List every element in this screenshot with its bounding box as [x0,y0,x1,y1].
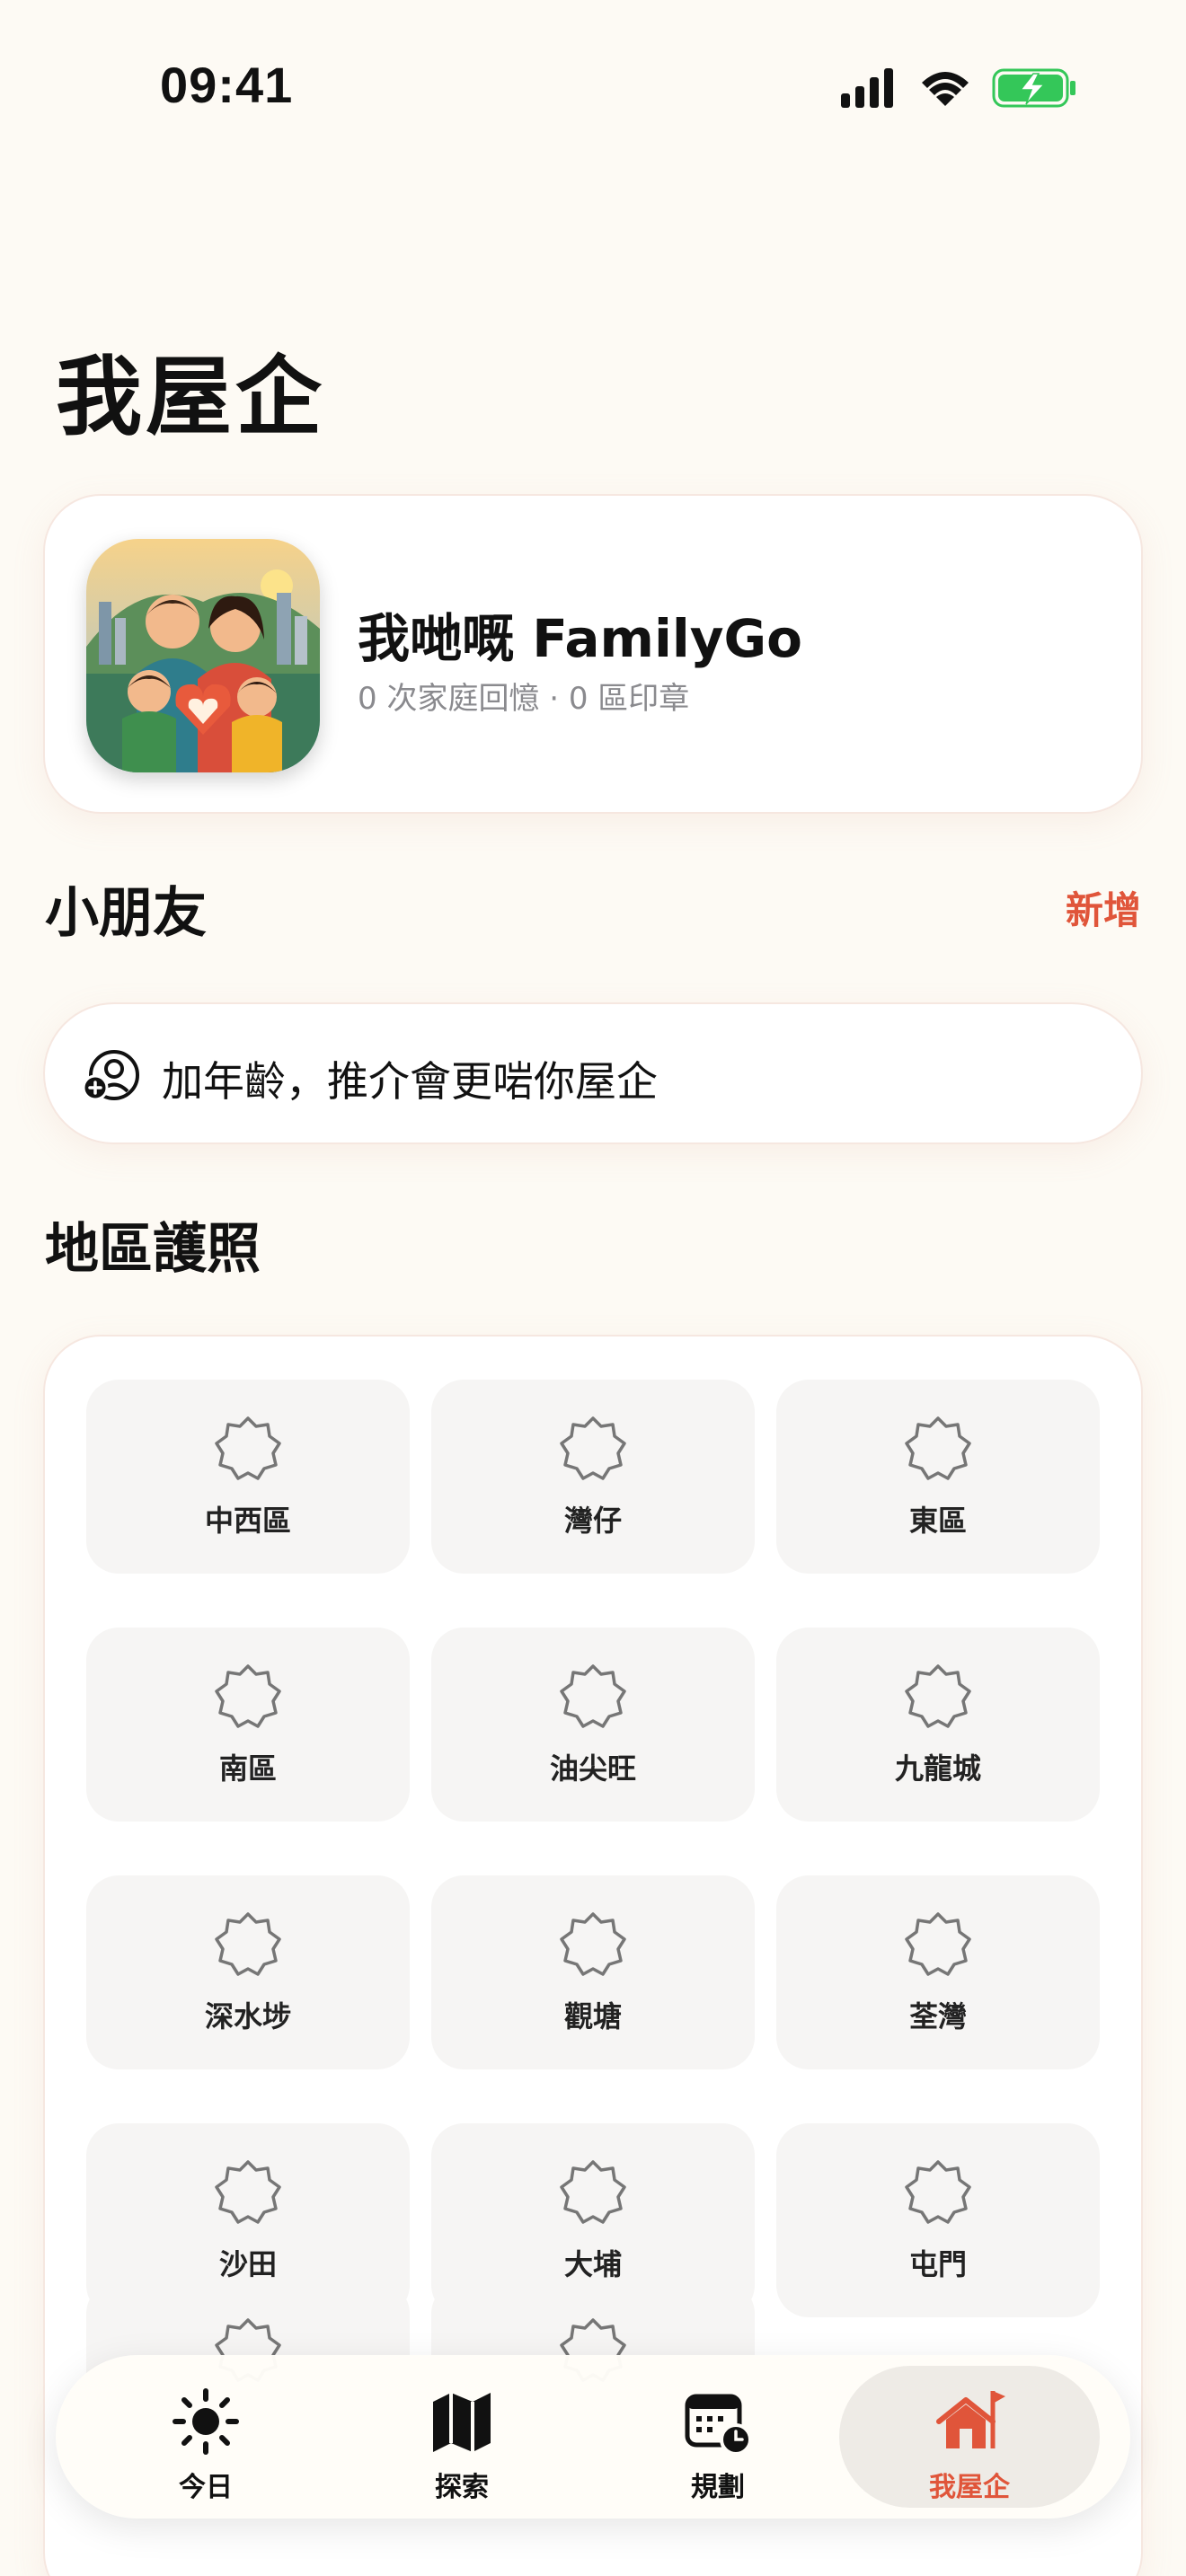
kids-section-title: 小朋友 [45,882,207,945]
home-flag-icon [936,2391,1005,2448]
district-stamp-tile[interactable]: 深水埗 [86,1875,410,2069]
add-age-hint-card[interactable]: 加年齡，推介會更啱你屋企 [43,1002,1143,1144]
district-stamp-tile[interactable]: 中西區 [86,1380,410,1574]
district-stamp-tile[interactable]: 九龍城 [776,1628,1100,1822]
add-person-icon [82,1050,139,1101]
sun-icon [173,2388,239,2455]
district-name: 灣仔 [563,1504,622,1538]
tab-plan-label: 規劃 [691,2472,745,2503]
stamp-badge-icon [215,1912,281,1976]
passport-section-title: 地區護照 [45,1218,261,1281]
add-age-hint-text: 加年齡，推介會更啱你屋企 [162,1057,658,1106]
district-name: 大埔 [563,2247,622,2281]
tab-home[interactable]: 我屋企 [839,2366,1100,2508]
stamp-badge-icon [905,1912,971,1976]
district-stamp-tile[interactable]: 東區 [776,1380,1100,1574]
district-stamp-tile[interactable]: 油尖旺 [431,1628,755,1822]
district-stamp-tile[interactable]: 荃灣 [776,1875,1100,2069]
district-name: 觀塘 [563,1999,622,2033]
tab-today-label: 今日 [179,2472,233,2503]
status-icons [841,68,1075,108]
family-stats: 0 次家庭回憶 · 0 區印章 [358,681,690,717]
district-name: 深水埗 [204,1999,291,2033]
stamp-badge-icon [905,1416,971,1480]
district-stamp-tile[interactable]: 南區 [86,1628,410,1822]
district-stamp-tile[interactable]: 灣仔 [431,1380,755,1574]
district-stamp-tile[interactable]: 屯門 [776,2123,1100,2317]
district-name: 南區 [218,1751,277,1786]
cellular-icon [841,68,893,108]
tab-explore[interactable]: 探索 [332,2366,592,2508]
stamp-badge-icon [905,1664,971,1728]
stamp-badge-icon [560,1664,626,1728]
stamp-badge-icon [215,1416,281,1480]
stamp-badge-icon [560,1912,626,1976]
stamp-badge-icon [905,2160,971,2224]
stamp-badge-icon [215,1664,281,1728]
tab-explore-label: 探索 [435,2472,489,2503]
page-title: 我屋企 [56,347,325,447]
district-name: 油尖旺 [549,1751,636,1786]
map-icon [433,2393,491,2452]
district-name: 東區 [908,1504,967,1538]
family-profile-card[interactable]: 我哋嘅 FamilyGo 0 次家庭回憶 · 0 區印章 [43,494,1143,814]
tab-plan[interactable]: 規劃 [588,2366,848,2508]
district-name: 荃灣 [908,1999,967,2033]
family-app-logo [86,539,320,772]
district-name: 屯門 [908,2247,967,2281]
calendar-clock-icon [685,2394,752,2456]
status-bar: 09:41 [0,0,1186,171]
district-name: 中西區 [204,1504,291,1538]
status-time: 09:41 [160,57,294,113]
tab-home-label: 我屋企 [929,2472,1010,2503]
district-stamp-tile[interactable]: 觀塘 [431,1875,755,2069]
district-name: 九龍城 [894,1751,981,1786]
tab-today[interactable]: 今日 [75,2366,336,2508]
stamp-badge-icon [215,2160,281,2224]
tab-bar: 今日 探索 規劃 我屋企 [56,2355,1130,2519]
battery-charging-icon [992,68,1075,108]
family-name: 我哋嘅 FamilyGo [358,608,803,669]
stamp-badge-icon [560,2160,626,2224]
add-kid-button[interactable]: 新增 [1066,880,1141,935]
district-name: 沙田 [218,2247,277,2281]
wifi-icon [922,72,969,106]
stamp-badge-icon [560,1416,626,1480]
